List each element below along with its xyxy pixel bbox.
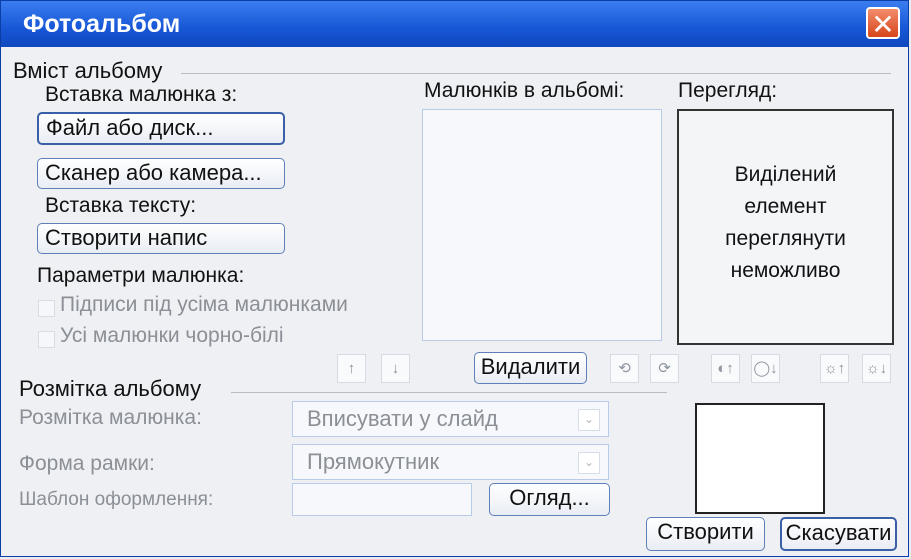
picture-layout-dropdown[interactable]: Вписувати у слайд ⌄: [292, 401, 609, 437]
browse-button[interactable]: Огляд...: [489, 483, 610, 516]
frame-shape-value: Прямокутник: [307, 449, 440, 474]
pictures-in-album-label: Малюнків в альбомі:: [424, 79, 625, 102]
rotate-left-icon[interactable]: ⟲: [610, 354, 639, 383]
cancel-button[interactable]: Скасувати: [780, 517, 897, 551]
create-button[interactable]: Створити: [646, 517, 765, 551]
preview-label: Перегляд:: [678, 79, 778, 102]
create-caption-button[interactable]: Створити напис: [37, 223, 285, 254]
contrast-down-icon[interactable]: ◯↓: [751, 354, 780, 383]
delete-button[interactable]: Видалити: [474, 352, 587, 384]
layout-preview-box: [695, 403, 825, 514]
scanner-or-camera-button[interactable]: Сканер або камера...: [37, 158, 285, 189]
contrast-up-icon[interactable]: ◐↑: [711, 354, 740, 383]
album-layout-section-title: Розмітка альбому: [19, 376, 202, 401]
album-content-section-title: Вміст альбому: [13, 58, 163, 83]
frame-shape-dropdown[interactable]: Прямокутник ⌄: [292, 444, 609, 480]
rotate-right-icon[interactable]: ⟳: [650, 354, 679, 383]
brightness-down-icon[interactable]: ☼↓: [862, 354, 891, 383]
insert-text-label: Вставка тексту:: [45, 194, 197, 217]
captions-checkbox-label: Підписи під усіма малюнками: [60, 293, 348, 316]
pictures-list[interactable]: [422, 109, 662, 341]
preview-message-line: Виділений: [734, 163, 837, 186]
file-or-disk-button[interactable]: Файл або диск...: [37, 112, 285, 145]
captions-checkbox[interactable]: [38, 300, 55, 317]
chevron-down-icon[interactable]: ⌄: [578, 409, 600, 431]
brightness-up-icon[interactable]: ☼↑: [820, 354, 849, 383]
picture-layout-label: Розмітка малюнка:: [19, 406, 202, 429]
album-content-divider: [181, 73, 891, 74]
black-white-checkbox-label: Усі малюнки чорно-білі: [60, 324, 284, 347]
preview-message-line: неможливо: [730, 259, 841, 282]
title-bar: Фотоальбом ✕: [1, 1, 908, 47]
close-icon[interactable]: ✕: [866, 7, 900, 40]
move-up-icon[interactable]: ↑: [337, 354, 366, 383]
preview-message-line: переглянути: [725, 227, 846, 250]
preview-message-line: елемент: [744, 195, 827, 218]
chevron-down-icon[interactable]: ⌄: [578, 452, 600, 474]
window-title: Фотоальбом: [23, 10, 181, 38]
insert-picture-label: Вставка малюнка з:: [45, 83, 238, 106]
theme-input[interactable]: [292, 483, 472, 516]
preview-message: Виділений елемент переглянути неможливо: [679, 159, 892, 287]
picture-layout-value: Вписувати у слайд: [307, 406, 498, 431]
black-white-checkbox[interactable]: [38, 331, 55, 348]
frame-shape-label: Форма рамки:: [19, 452, 155, 475]
album-layout-divider: [231, 392, 667, 393]
move-down-icon[interactable]: ↓: [381, 354, 410, 383]
picture-parameters-label: Параметри малюнка:: [37, 264, 245, 287]
photo-album-dialog: Фотоальбом ✕ Вміст альбому Вставка малюн…: [0, 0, 909, 557]
theme-label: Шаблон оформлення:: [19, 489, 214, 510]
preview-panel: Виділений елемент переглянути неможливо: [677, 109, 894, 345]
